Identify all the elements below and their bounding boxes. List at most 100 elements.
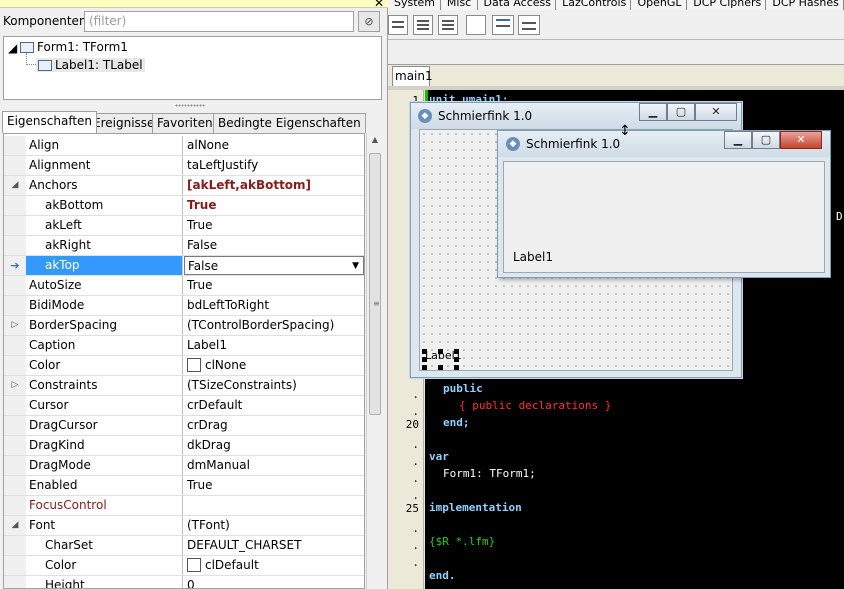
code-line: end. — [429, 569, 456, 582]
palette-tab-dcp-hashes[interactable]: DCP Hashes — [766, 0, 844, 10]
resize-cursor-icon: ↕ — [619, 123, 631, 139]
form-icon — [20, 42, 34, 53]
maximize-button[interactable]: ▢ — [752, 131, 780, 149]
property-row[interactable]: Color clNone — [4, 356, 364, 376]
property-row[interactable]: ◢ Font (TFont) — [4, 516, 364, 536]
scrollbar-thumb[interactable]: ≡ — [369, 153, 381, 415]
tree-node-label1[interactable]: Label1: TLabel — [36, 58, 145, 72]
minimize-button[interactable]: ▁ — [724, 131, 752, 149]
palette-tab-dcp-ciphers[interactable]: DCP Ciphers — [687, 0, 767, 10]
palette-tab-opengl[interactable]: OpenGL — [631, 0, 688, 10]
selection-handle[interactable] — [422, 357, 427, 362]
property-row-selected[interactable]: ➔ akTop False ▼ — [4, 256, 364, 276]
tab-eigenschaften[interactable]: Eigenschaften — [2, 111, 98, 133]
running-form-window[interactable]: ◆ Schmierfink 1.0 ▁ ▢ ✕ Label1 — [497, 130, 831, 278]
property-row[interactable]: AutoSize True — [4, 276, 364, 296]
tree-expand-icon[interactable]: ◢ — [8, 41, 17, 55]
property-row[interactable]: Align alNone — [4, 136, 364, 156]
minimize-button[interactable]: ▁ — [639, 103, 667, 121]
gutter-line-number: . — [412, 388, 419, 401]
selection-handle[interactable] — [422, 365, 427, 370]
selection-handle[interactable] — [454, 349, 459, 354]
selection-handle[interactable] — [422, 349, 427, 354]
code-line: end; — [443, 416, 470, 429]
property-row[interactable]: BidiMode bdLeftToRight — [4, 296, 364, 316]
maximize-button[interactable]: ▢ — [667, 103, 695, 121]
palette-component-icon[interactable] — [466, 15, 486, 35]
tab-favoriten[interactable]: Favoriten — [152, 113, 218, 133]
gutter-line-number: 25 — [405, 502, 419, 515]
clear-filter-icon[interactable]: ⊘ — [358, 11, 380, 32]
palette-tab-system[interactable]: System — [388, 0, 441, 10]
component-tree[interactable]: ◢ Form1: TForm1 Label1: TLabel — [3, 36, 382, 100]
palette-component-icon[interactable] — [388, 15, 408, 35]
property-row[interactable]: akLeft True — [4, 216, 364, 236]
filter-input[interactable]: (filter) — [84, 11, 354, 32]
collapse-icon[interactable]: ◢ — [4, 176, 26, 195]
runtime-titlebar[interactable]: ◆ Schmierfink 1.0 ▁ ▢ ✕ — [498, 131, 830, 157]
gutter-line-number: . — [412, 556, 419, 569]
collapse-icon[interactable]: ◢ — [4, 516, 26, 535]
palette-component-icon[interactable] — [438, 15, 458, 35]
selection-handle[interactable] — [438, 365, 443, 370]
code-fragment: D — [836, 210, 843, 223]
property-row[interactable]: DragKind dkDrag — [4, 436, 364, 456]
editor-tab-main1[interactable]: main1 — [392, 66, 433, 86]
gutter-line-number: . — [412, 438, 419, 451]
property-row[interactable]: ▷ BorderSpacing (TControlBorderSpacing) — [4, 316, 364, 336]
gutter-line-number: . — [412, 455, 419, 468]
inspector-tabs: Eigenschaften Ereignisse Favoriten Bedin… — [0, 111, 388, 133]
code-line: Form1: TForm1; — [443, 467, 536, 480]
components-label: Komponenten — [3, 14, 87, 28]
expand-icon[interactable]: ▷ — [4, 376, 26, 395]
gutter-line-number: . — [412, 405, 419, 418]
close-icon[interactable]: ✕ — [374, 0, 384, 10]
property-row[interactable]: CharSet DEFAULT_CHARSET — [4, 536, 364, 556]
close-button[interactable]: ✕ — [695, 103, 737, 121]
selection-handle[interactable] — [438, 349, 443, 354]
dropdown-arrow-icon[interactable]: ▼ — [352, 257, 359, 274]
tree-node-form1[interactable]: Form1: TForm1 — [20, 40, 128, 54]
tab-ereignisse[interactable]: Ereignisse — [88, 113, 160, 133]
property-row[interactable]: Height 0 — [4, 576, 364, 588]
palette-tab-lazcontrols[interactable]: LazControls — [556, 0, 632, 10]
selection-handle[interactable] — [454, 357, 459, 362]
property-row[interactable]: Caption Label1 — [4, 336, 364, 356]
gutter-line-number: . — [412, 489, 419, 502]
palette-component-icon[interactable] — [492, 15, 514, 35]
property-row[interactable]: akRight False — [4, 236, 364, 256]
palette-component-icon[interactable] — [518, 15, 540, 35]
property-grid-scrollbar[interactable]: ▲ ≡ — [366, 133, 383, 589]
property-row[interactable]: DragMode dmManual — [4, 456, 364, 476]
property-value-dropdown[interactable]: False ▼ — [184, 256, 364, 275]
property-row[interactable]: Enabled True — [4, 476, 364, 496]
tab-bedingte-eigenschaften[interactable]: Bedingte Eigenschaften — [213, 113, 366, 133]
tree-node-label: Label1: TLabel — [55, 58, 143, 72]
splitter-grip[interactable] — [175, 104, 205, 107]
palette-tab-data-access[interactable]: Data Access — [477, 0, 557, 10]
runtime-label1: Label1 — [513, 250, 554, 264]
close-button[interactable]: ✕ — [780, 131, 822, 149]
designer-title: Schmierfink 1.0 — [438, 109, 533, 123]
property-row[interactable]: FocusControl — [4, 496, 364, 516]
object-inspector: ✕ Komponenten (filter) ⊘ ◢ Form1: TForm1… — [0, 0, 388, 589]
property-row[interactable]: ▷ Constraints (TSizeConstraints) — [4, 376, 364, 396]
property-row[interactable]: Color clDefault — [4, 556, 364, 576]
property-row[interactable]: akBottom True — [4, 196, 364, 216]
property-row[interactable]: DragCursor crDrag — [4, 416, 364, 436]
property-row[interactable]: Cursor crDefault — [4, 396, 364, 416]
property-row[interactable]: Alignment taLeftJustify — [4, 156, 364, 176]
color-swatch — [187, 558, 201, 572]
palette-tab-misc[interactable]: Misc — [440, 0, 478, 10]
selection-handle[interactable] — [454, 365, 459, 370]
code-comment: { public declarations } — [459, 399, 612, 412]
expand-icon[interactable]: ▷ — [4, 316, 26, 335]
designer-titlebar[interactable]: ◆ Schmierfink 1.0 ▁ ▢ ✕ — [411, 103, 741, 129]
code-directive: {$R *.lfm} — [429, 535, 496, 548]
property-grid[interactable]: Align alNone Alignment taLeftJustify ◢ Anch… — [3, 133, 365, 589]
gutter-line-number: . — [412, 522, 419, 535]
palette-component-icon[interactable] — [413, 15, 433, 35]
property-row[interactable]: ◢ Anchors [akLeft,akBottom] — [4, 176, 364, 196]
scroll-up-icon[interactable]: ▲ — [367, 135, 383, 149]
gutter-line-number: 20 — [405, 418, 419, 431]
